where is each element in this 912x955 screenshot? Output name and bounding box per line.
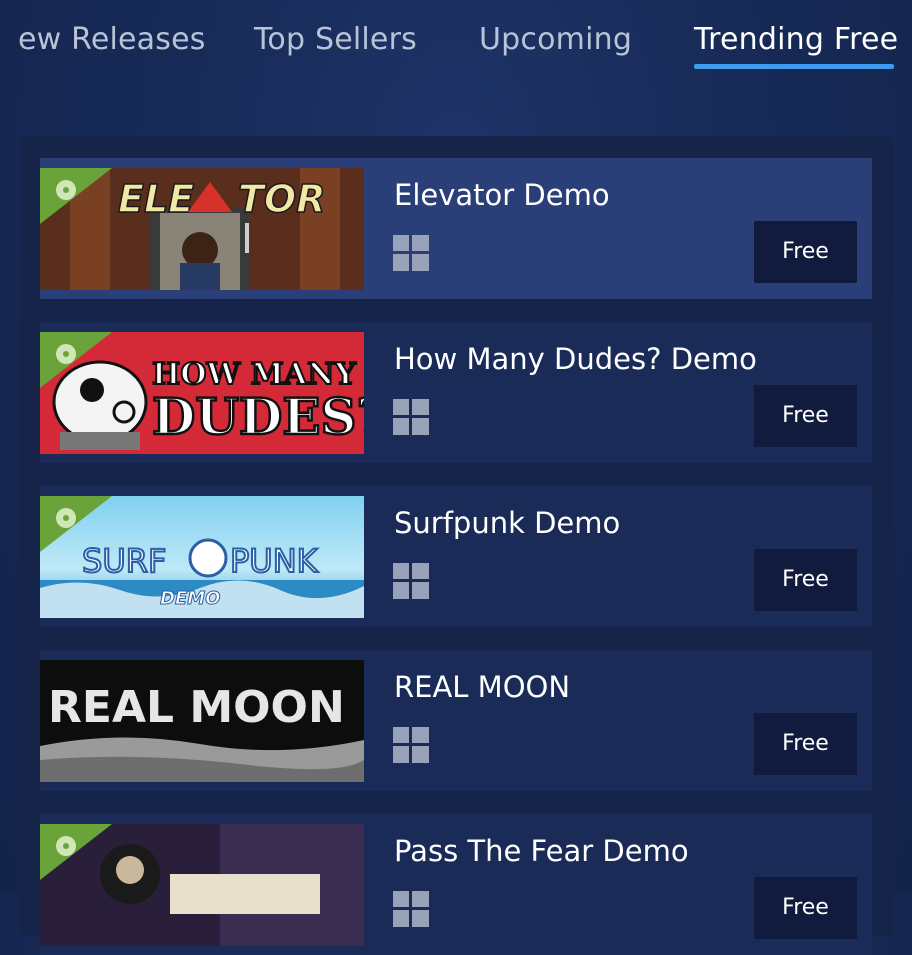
game-list-item-how-many-dudes[interactable]: HOW MANY DUDES? How Many Dudes? Demo Fre… <box>40 322 872 463</box>
pass-the-fear-capsule-art <box>40 824 364 946</box>
price-button[interactable]: Free <box>754 385 857 447</box>
tab-upcoming[interactable]: Upcoming <box>479 22 632 57</box>
windows-icon <box>393 235 429 271</box>
tab-top-sellers[interactable]: Top Sellers <box>254 22 417 57</box>
game-list-item-surfpunk[interactable]: SURF PUNK DEMO Surfpunk Demo Free <box>40 486 872 627</box>
game-capsule-image[interactable]: ELE TOR <box>40 168 364 290</box>
how-many-dudes-capsule-art: HOW MANY DUDES? <box>40 332 364 454</box>
svg-text:REAL MOON: REAL MOON <box>48 682 345 733</box>
tab-trending-free[interactable]: Trending Free <box>694 22 898 57</box>
game-capsule-image[interactable] <box>40 824 364 946</box>
price-button[interactable]: Free <box>754 713 857 775</box>
game-list-item-elevator[interactable]: ELE TOR Elevator Demo Free <box>40 158 872 299</box>
game-title[interactable]: Surfpunk Demo <box>394 506 620 540</box>
windows-icon <box>393 727 429 763</box>
price-button[interactable]: Free <box>754 877 857 939</box>
game-list-item-real-moon[interactable]: REAL MOON REAL MOON Free <box>40 650 872 791</box>
windows-icon <box>393 399 429 435</box>
windows-icon <box>393 891 429 927</box>
game-capsule-image[interactable]: REAL MOON <box>40 660 364 782</box>
category-tabs: ew Releases Top Sellers Upcoming Trendin… <box>0 0 912 90</box>
svg-text:DUDES?: DUDES? <box>152 387 364 446</box>
price-button[interactable]: Free <box>754 549 857 611</box>
windows-icon <box>393 563 429 599</box>
svg-text:PUNK: PUNK <box>230 542 319 580</box>
svg-text:SURF: SURF <box>82 542 166 580</box>
game-title[interactable]: How Many Dudes? Demo <box>394 342 757 376</box>
game-list-item-pass-the-fear[interactable]: Pass The Fear Demo Free <box>40 814 872 955</box>
game-title[interactable]: Pass The Fear Demo <box>394 834 689 868</box>
real-moon-capsule-art: REAL MOON <box>40 660 364 782</box>
game-title[interactable]: Elevator Demo <box>394 178 610 212</box>
price-button[interactable]: Free <box>754 221 857 283</box>
active-tab-indicator <box>694 64 894 69</box>
game-capsule-image[interactable]: HOW MANY DUDES? <box>40 332 364 454</box>
surfpunk-capsule-art: SURF PUNK DEMO <box>40 496 364 618</box>
svg-text:DEMO: DEMO <box>160 588 220 609</box>
game-capsule-image[interactable]: SURF PUNK DEMO <box>40 496 364 618</box>
svg-text:ELE: ELE <box>118 177 194 221</box>
tab-new-releases[interactable]: ew Releases <box>18 22 206 57</box>
elevator-capsule-art: ELE TOR <box>40 168 364 290</box>
game-title[interactable]: REAL MOON <box>394 670 570 704</box>
svg-text:TOR: TOR <box>238 177 326 221</box>
